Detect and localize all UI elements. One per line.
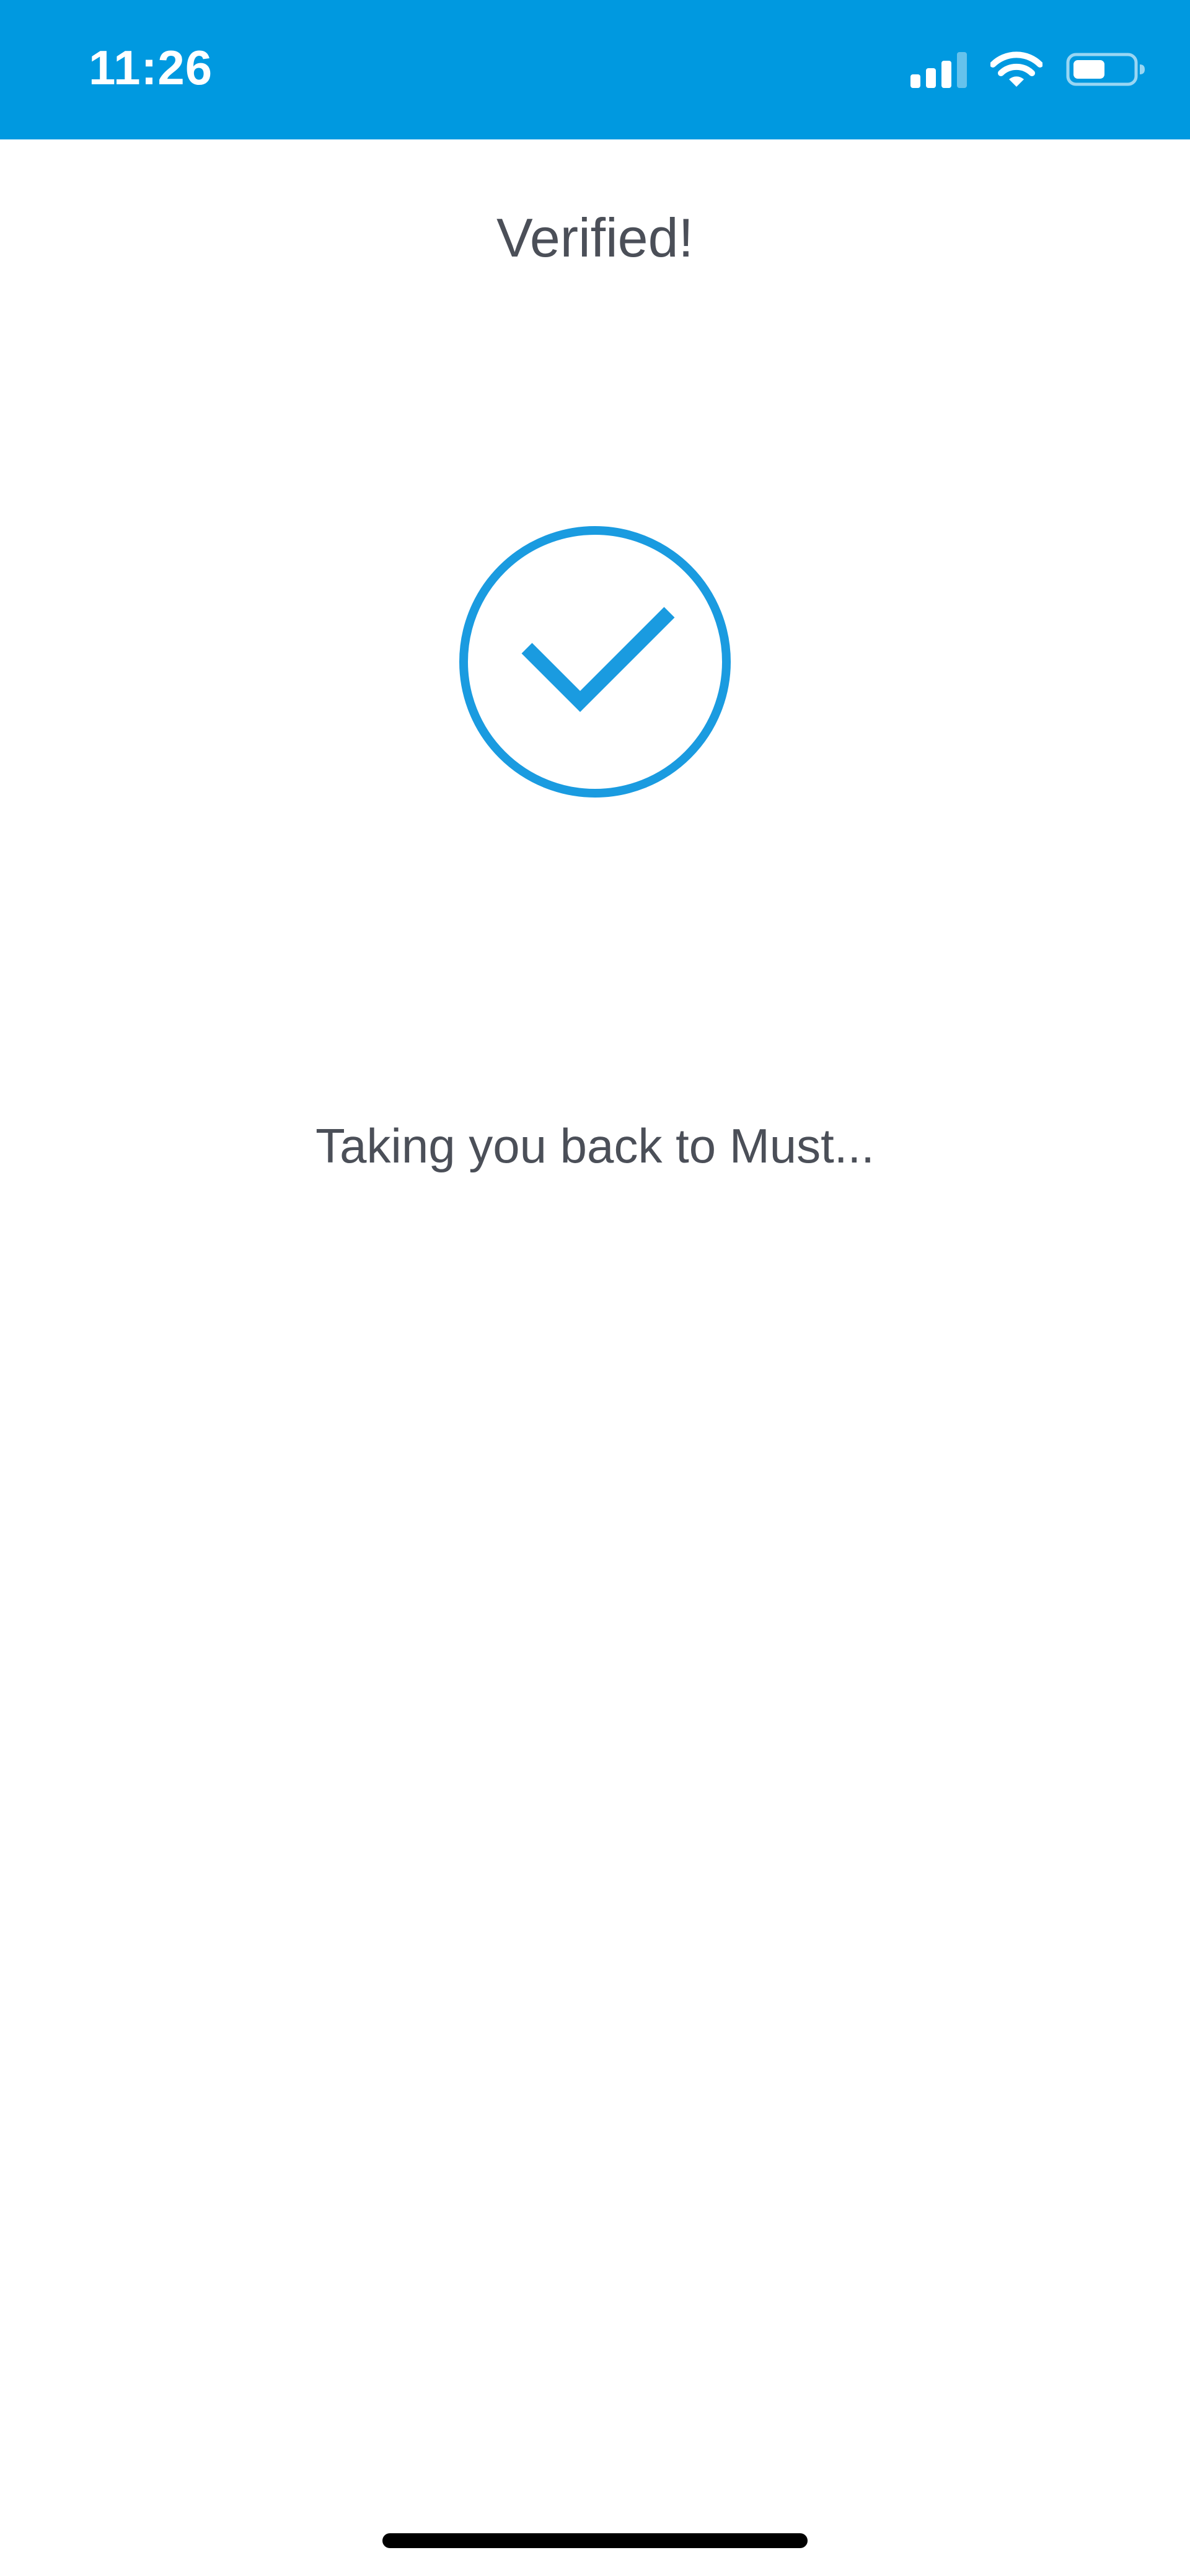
- home-indicator[interactable]: [382, 2533, 808, 2548]
- cellular-signal-icon: [910, 51, 967, 88]
- battery-icon: [1066, 53, 1145, 86]
- status-bar: 11:26: [0, 0, 1190, 139]
- redirect-message: Taking you back to Must...: [315, 1119, 875, 1173]
- status-time: 11:26: [89, 40, 213, 95]
- status-icons: [910, 51, 1147, 88]
- page-title: Verified!: [496, 207, 694, 268]
- check-circle-icon: [459, 526, 731, 798]
- wifi-icon: [990, 51, 1042, 87]
